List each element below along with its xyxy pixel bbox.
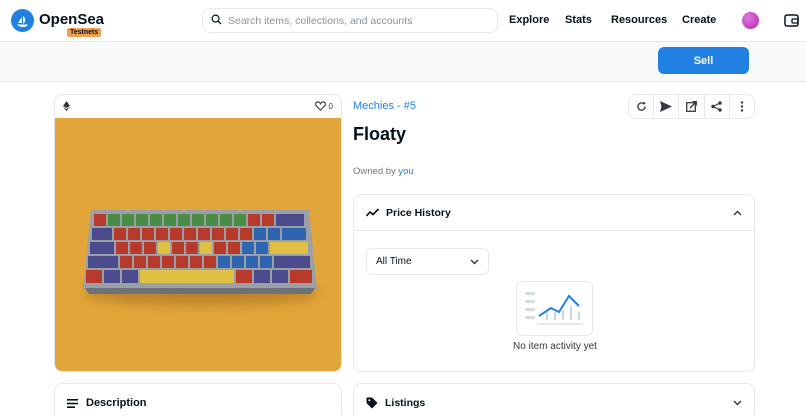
description-panel[interactable]: Description bbox=[54, 383, 342, 415]
share-button[interactable] bbox=[705, 95, 730, 118]
search-icon bbox=[211, 12, 222, 30]
sell-button[interactable]: Sell bbox=[658, 47, 749, 74]
trend-icon bbox=[366, 208, 379, 217]
media-card-header: 0 bbox=[55, 95, 341, 118]
listings-panel[interactable]: Listings bbox=[353, 383, 755, 415]
ethereum-icon bbox=[63, 98, 70, 116]
heart-icon bbox=[314, 100, 326, 113]
price-history-panel: Price History All Time No item activity … bbox=[353, 194, 755, 372]
asset-media-card: 0 bbox=[54, 94, 342, 372]
favorite-button[interactable]: 0 bbox=[314, 100, 333, 113]
opensea-logo-icon[interactable] bbox=[11, 9, 34, 32]
asset-actions-toolbar bbox=[628, 94, 755, 119]
chevron-down-icon bbox=[470, 259, 479, 265]
time-range-select[interactable]: All Time bbox=[366, 248, 489, 275]
profile-avatar[interactable] bbox=[742, 12, 759, 29]
nft-artwork-image[interactable] bbox=[55, 118, 341, 371]
owner-action-bar: Sell bbox=[0, 42, 806, 82]
asset-title: Floaty bbox=[353, 124, 407, 144]
price-history-header[interactable]: Price History bbox=[354, 195, 754, 231]
owner-link[interactable]: you bbox=[398, 166, 413, 177]
chevron-down-icon[interactable] bbox=[733, 400, 742, 406]
nav-stats[interactable]: Stats bbox=[565, 14, 592, 26]
view-external-button[interactable] bbox=[679, 95, 705, 118]
listings-title: Listings bbox=[385, 397, 426, 409]
search-input[interactable] bbox=[228, 14, 478, 27]
description-icon bbox=[67, 398, 78, 408]
brand-name[interactable]: OpenSea bbox=[39, 11, 104, 28]
favorite-count: 0 bbox=[328, 102, 333, 111]
top-header: OpenSea Testnets Explore Stats Resources… bbox=[0, 0, 806, 42]
nav-resources[interactable]: Resources bbox=[611, 14, 667, 26]
tag-icon bbox=[366, 397, 378, 409]
owner-line: Owned by you bbox=[353, 166, 414, 177]
transfer-button[interactable] bbox=[654, 95, 680, 118]
testnets-badge: Testnets bbox=[67, 28, 102, 37]
time-range-value: All Time bbox=[376, 256, 412, 267]
owned-by-label: Owned by bbox=[353, 166, 396, 177]
external-link-icon bbox=[686, 101, 697, 112]
more-options-button[interactable] bbox=[730, 95, 754, 118]
description-label: Description bbox=[86, 397, 147, 409]
more-vertical-icon bbox=[740, 101, 744, 112]
no-activity-text: No item activity yet bbox=[513, 341, 597, 352]
refresh-button[interactable] bbox=[629, 95, 655, 118]
collection-link[interactable]: Mechies - #5 bbox=[353, 100, 416, 112]
send-icon bbox=[660, 101, 673, 112]
share-icon bbox=[711, 101, 722, 112]
search-bar[interactable] bbox=[202, 8, 498, 33]
nav-explore[interactable]: Explore bbox=[509, 14, 549, 26]
wallet-icon[interactable] bbox=[783, 12, 800, 29]
nav-create[interactable]: Create bbox=[682, 14, 716, 26]
chevron-up-icon[interactable] bbox=[733, 210, 742, 216]
empty-chart-illustration-icon bbox=[516, 281, 593, 336]
refresh-icon bbox=[636, 101, 647, 112]
price-history-title: Price History bbox=[386, 206, 451, 219]
